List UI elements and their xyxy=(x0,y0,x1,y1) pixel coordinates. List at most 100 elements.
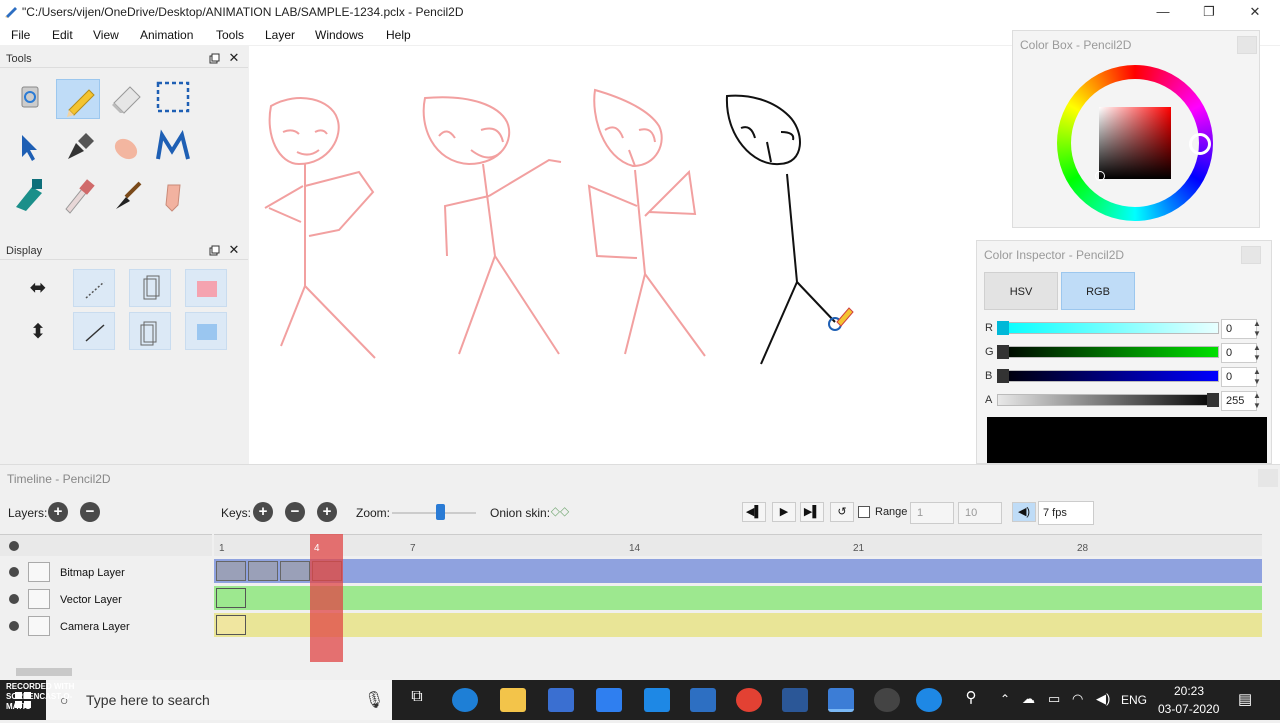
range-checkbox[interactable] xyxy=(858,506,870,518)
all-layers-visibility-icon[interactable] xyxy=(9,541,19,551)
vector-layer-track[interactable] xyxy=(214,586,1262,610)
layer-visibility-icon[interactable] xyxy=(9,567,19,577)
menu-animation[interactable]: Animation xyxy=(140,28,193,42)
onion-color-prev-button[interactable] xyxy=(185,269,227,307)
outlines-button[interactable] xyxy=(73,269,115,307)
pencil-tool-button[interactable] xyxy=(56,79,100,119)
app-icon[interactable] xyxy=(644,688,670,712)
remove-layer-button[interactable]: − xyxy=(80,502,100,522)
scrollbar-thumb[interactable] xyxy=(16,668,72,676)
layer-visibility-icon[interactable] xyxy=(9,621,19,631)
dropbox-icon[interactable] xyxy=(596,688,622,712)
keyframe[interactable] xyxy=(280,561,310,581)
chrome-icon[interactable] xyxy=(736,688,762,712)
pen-tool-button[interactable] xyxy=(56,127,100,167)
battery-icon[interactable]: ▭ xyxy=(1048,691,1060,707)
onion-prev-button[interactable] xyxy=(129,269,171,307)
range-start-input[interactable]: 1 xyxy=(910,502,954,524)
people-icon[interactable]: ⚲ xyxy=(958,688,984,712)
frame-ruler[interactable]: 1 7 14 21 28 xyxy=(214,534,1262,556)
taskbar-search-box[interactable]: ○ Type here to search 🎙 xyxy=(46,680,392,720)
restore-button[interactable]: ❐ xyxy=(1186,0,1232,24)
loop-button[interactable]: ↺ xyxy=(830,502,854,522)
remove-key-button[interactable]: − xyxy=(285,502,305,522)
menu-windows[interactable]: Windows xyxy=(315,28,364,42)
layer-row-vector[interactable]: Vector Layer xyxy=(0,586,212,612)
timeline-close-button[interactable] xyxy=(1258,469,1278,487)
prev-frame-button[interactable]: ◀▌ xyxy=(742,502,766,522)
clock-time[interactable]: 20:23 xyxy=(1174,684,1204,698)
zoom-slider[interactable] xyxy=(392,512,476,514)
current-frame-indicator[interactable]: 4 xyxy=(310,534,343,662)
b-spin-arrows[interactable]: ▲ ▼ xyxy=(1249,367,1265,387)
g-spin-arrows[interactable]: ▲ ▼ xyxy=(1249,343,1265,363)
polyline-tool-button[interactable] xyxy=(152,127,196,167)
camera-layer-track[interactable] xyxy=(214,613,1262,637)
select-tool-button[interactable] xyxy=(152,77,196,117)
bucket-tool-button[interactable] xyxy=(8,175,52,215)
word-icon[interactable] xyxy=(782,688,808,712)
eyedropper-tool-button[interactable] xyxy=(56,175,100,215)
volume-icon[interactable]: ◀) xyxy=(1096,691,1110,707)
flip-vertical-icon[interactable]: ⬍ xyxy=(24,320,52,344)
sv-selector-ring[interactable] xyxy=(1095,171,1105,181)
close-panel-icon[interactable]: ✕ xyxy=(228,243,240,257)
a-slider[interactable] xyxy=(997,394,1219,406)
hand-tool-button[interactable] xyxy=(104,127,148,167)
zoom-slider-handle[interactable] xyxy=(436,504,445,520)
layer-row-camera[interactable]: Camera Layer xyxy=(0,613,212,639)
add-key-button[interactable]: + xyxy=(253,502,273,522)
b-slider-handle[interactable] xyxy=(997,369,1009,383)
keyframe[interactable] xyxy=(216,615,246,635)
layer-row-bitmap[interactable]: Bitmap Layer xyxy=(0,559,212,585)
move-tool-button[interactable] xyxy=(8,127,52,167)
next-frame-button[interactable]: ▶▌ xyxy=(800,502,824,522)
menu-layer[interactable]: Layer xyxy=(265,28,295,42)
keyframe[interactable] xyxy=(248,561,278,581)
r-spin-arrows[interactable]: ▲ ▼ xyxy=(1249,319,1265,339)
duplicate-key-button[interactable]: + xyxy=(317,502,337,522)
keyframe[interactable] xyxy=(216,561,246,581)
tab-rgb[interactable]: RGB xyxy=(1061,272,1135,310)
a-spin-arrows[interactable]: ▲ ▼ xyxy=(1249,391,1265,411)
menu-edit[interactable]: Edit xyxy=(52,28,73,42)
language-indicator[interactable]: ENG xyxy=(1121,693,1147,707)
thin-lines-button[interactable] xyxy=(73,312,115,350)
bitmap-layer-track[interactable] xyxy=(214,559,1262,583)
file-explorer-icon[interactable] xyxy=(500,688,526,712)
menu-view[interactable]: View xyxy=(93,28,119,42)
b-slider[interactable] xyxy=(997,370,1219,382)
a-slider-handle[interactable] xyxy=(1207,393,1219,407)
smudge-tool-button[interactable] xyxy=(152,175,196,215)
close-panel-icon[interactable]: ✕ xyxy=(228,51,240,65)
edge-icon[interactable] xyxy=(452,688,478,712)
float-panel-icon[interactable] xyxy=(209,245,220,256)
task-view-icon[interactable]: ⧉ xyxy=(404,688,430,712)
hue-selector-ring[interactable] xyxy=(1189,133,1211,155)
range-end-input[interactable]: 10 xyxy=(958,502,1002,524)
clock-date[interactable]: 03-07-2020 xyxy=(1158,702,1219,716)
horizontal-scrollbar[interactable] xyxy=(0,665,1262,679)
r-slider-handle[interactable] xyxy=(997,321,1009,335)
brush-tool-button[interactable] xyxy=(104,175,148,215)
tray-chevron-icon[interactable]: ⌃ xyxy=(1000,692,1010,706)
r-slider[interactable] xyxy=(997,322,1219,334)
recorder-icon[interactable] xyxy=(874,688,900,712)
cloud-icon[interactable]: ☁ xyxy=(1022,691,1035,707)
menu-tools[interactable]: Tools xyxy=(216,28,244,42)
g-slider-handle[interactable] xyxy=(997,345,1009,359)
sound-button[interactable]: ◀) xyxy=(1012,502,1036,522)
onion-next-button[interactable] xyxy=(129,312,171,350)
flip-horizontal-icon[interactable]: ⬌ xyxy=(24,278,52,298)
fps-input[interactable]: 7 fps xyxy=(1038,501,1094,525)
onion-color-next-button[interactable] xyxy=(185,312,227,350)
color-box-close-button[interactable] xyxy=(1237,36,1257,54)
pencil2d-taskbar-icon[interactable] xyxy=(828,688,854,712)
play-button[interactable]: ▶ xyxy=(772,502,796,522)
saturation-value-square[interactable] xyxy=(1099,107,1171,179)
store-icon[interactable] xyxy=(548,688,574,712)
notifications-icon[interactable]: ▤ xyxy=(1238,690,1252,708)
minimize-button[interactable]: — xyxy=(1140,0,1186,24)
onion-skin-toggle-icon[interactable]: ◇◇ xyxy=(550,504,570,520)
menu-file[interactable]: File xyxy=(11,28,30,42)
